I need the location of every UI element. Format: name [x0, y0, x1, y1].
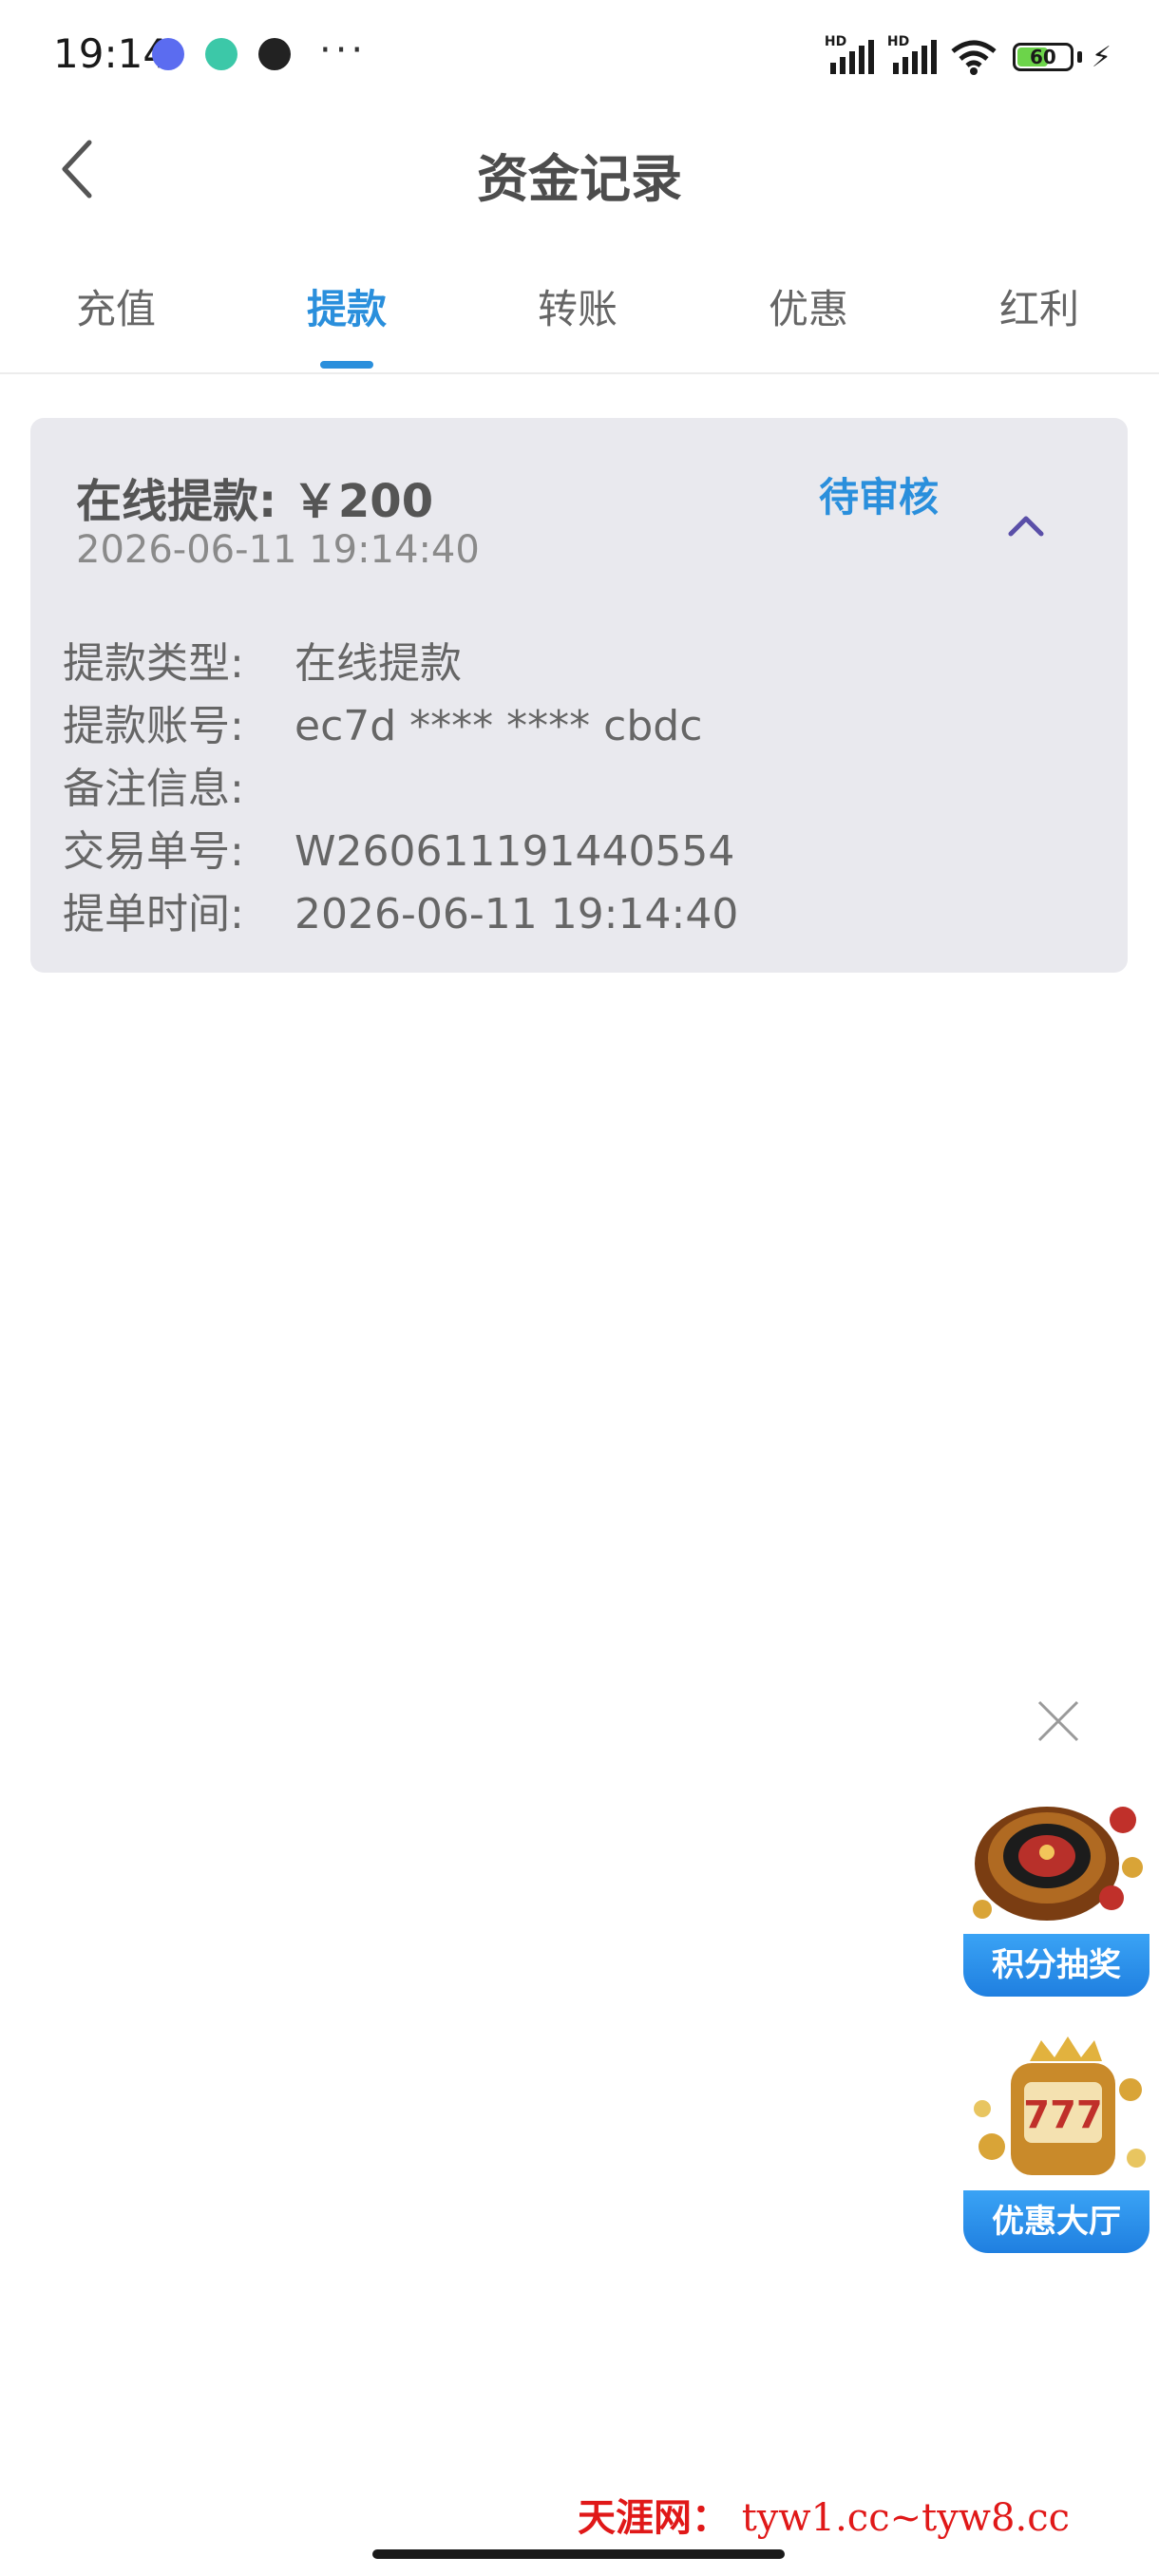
signal-icon-2: HD: [886, 34, 940, 78]
tab-transfer[interactable]: 转账: [483, 277, 673, 335]
battery-percent: 60: [1030, 46, 1056, 68]
detail-withdraw-account: 提款账号: ec7d **** **** cbdc: [63, 691, 702, 752]
green-app-icon: [205, 38, 238, 70]
record-date: 2026-06-11 19:14:40: [76, 528, 480, 572]
tab-withdraw[interactable]: 提款: [252, 277, 442, 335]
points-lottery-widget[interactable]: 积分抽奖: [963, 1776, 1153, 1997]
tab-deposit[interactable]: 充值: [21, 277, 211, 335]
status-bar: 19:14 ··· HD HD 60 ⚡: [0, 0, 1159, 114]
more-notifications-icon: ···: [319, 28, 368, 72]
detail-value: 在线提款: [294, 639, 462, 688]
record-title: 在线提款: ￥200: [76, 475, 434, 528]
detail-label: 备注信息:: [63, 765, 244, 813]
status-badge: 待审核: [819, 474, 940, 521]
detail-value: W260611191440554: [294, 827, 735, 876]
tieba-icon: [152, 38, 184, 70]
battery-icon: 60: [1012, 43, 1074, 71]
detail-remark: 备注信息:: [63, 754, 294, 815]
detail-label: 提单时间:: [63, 890, 244, 938]
charging-icon: ⚡: [1091, 40, 1112, 74]
close-icon: [1037, 1700, 1079, 1742]
collapse-button[interactable]: [999, 500, 1053, 553]
wifi-icon: [951, 40, 997, 75]
status-time: 19:14: [53, 30, 169, 77]
qq-icon: [258, 38, 291, 70]
detail-value: ec7d **** **** cbdc: [294, 702, 703, 750]
signal-icon: HD: [824, 34, 878, 78]
detail-transaction-id: 交易单号: W260611191440554: [63, 817, 734, 878]
withdrawal-record-card[interactable]: 在线提款: ￥200 2026-06-11 19:14:40 待审核 提款类型:…: [30, 418, 1128, 973]
promotion-hall-widget[interactable]: 777 优惠大厅: [963, 2033, 1153, 2253]
network-type-label-2: HD: [886, 34, 910, 49]
promotion-hall-label: 优惠大厅: [963, 2190, 1150, 2253]
watermark-url: tyw1.cc~tyw8.cc: [741, 2496, 1070, 2540]
detail-submit-time: 提单时间: 2026-06-11 19:14:40: [63, 880, 738, 940]
svg-text:777: 777: [1023, 2093, 1103, 2137]
active-tab-indicator: [320, 361, 373, 369]
home-indicator[interactable]: [372, 2549, 785, 2559]
tab-bar: 充值 提款 转账 优惠 红利: [0, 258, 1159, 374]
watermark: 天涯网： tyw1.cc~tyw8.cc: [578, 2487, 1070, 2542]
network-type-label: HD: [824, 34, 847, 49]
slot-machine-icon: 777: [974, 2036, 1146, 2175]
roulette-icon: [973, 1807, 1143, 1921]
detail-value: 2026-06-11 19:14:40: [294, 890, 739, 938]
detail-label: 提款账号:: [63, 702, 244, 750]
detail-label: 提款类型:: [63, 639, 244, 688]
detail-label: 交易单号:: [63, 827, 244, 876]
page-title: 资金记录: [477, 149, 682, 209]
tab-bonus[interactable]: 红利: [944, 277, 1134, 335]
floating-close-button[interactable]: [1030, 1693, 1087, 1750]
detail-withdraw-type: 提款类型: 在线提款: [63, 629, 462, 690]
chevron-up-icon: [1008, 516, 1044, 537]
watermark-name: 天涯网：: [578, 2495, 730, 2540]
tab-promotion[interactable]: 优惠: [713, 277, 903, 335]
points-lottery-label: 积分抽奖: [963, 1934, 1150, 1997]
